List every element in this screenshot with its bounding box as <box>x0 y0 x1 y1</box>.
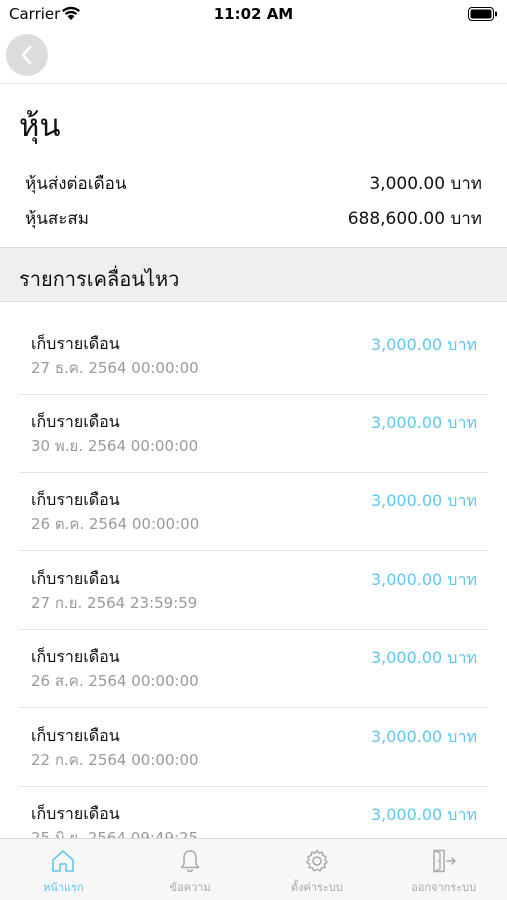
section-title: รายการเคลื่อนไหว <box>19 267 180 291</box>
bell-icon <box>180 850 200 873</box>
accumulated-share-label: หุ้นสะสม <box>25 208 89 229</box>
transaction-amount: 3,000.00 บาท <box>370 413 477 432</box>
transaction-item[interactable]: เก็บรายเดือน 25 มิ.ย. 2564 09:49:25 3,00… <box>19 786 488 838</box>
chevron-left-icon <box>21 45 32 65</box>
page-title: หุ้น <box>19 108 61 144</box>
monthly-share-value: 3,000.00 บาท <box>369 173 482 194</box>
transactions-section-header: รายการเคลื่อนไหว <box>0 247 507 302</box>
transaction-date: 26 ต.ค. 2564 00:00:00 <box>31 515 200 533</box>
tab-settings[interactable]: ตั้งค่าระบบ <box>254 839 381 900</box>
transaction-amount: 3,000.00 บาท <box>370 570 477 589</box>
transaction-item[interactable]: เก็บรายเดือน 22 ก.ค. 2564 00:00:00 3,000… <box>19 708 488 787</box>
transaction-date: 30 พ.ย. 2564 00:00:00 <box>31 437 199 455</box>
transaction-amount: 3,000.00 บาท <box>370 727 477 746</box>
tab-home-label: หน้าแรก <box>43 881 84 894</box>
transaction-date: 27 ก.ย. 2564 23:59:59 <box>31 594 198 612</box>
transaction-type: เก็บรายเดือน <box>31 726 120 745</box>
accumulated-share-value: 688,600.00 บาท <box>347 208 482 229</box>
transaction-item[interactable]: เก็บรายเดือน 26 ต.ค. 2564 00:00:00 3,000… <box>19 472 488 551</box>
transaction-date: 25 มิ.ย. 2564 09:49:25 <box>31 829 199 838</box>
tab-home[interactable]: หน้าแรก <box>0 839 127 900</box>
transaction-amount: 3,000.00 บาท <box>370 805 477 824</box>
tab-logout-label: ออกจากระบบ <box>411 881 477 894</box>
transaction-amount: 3,000.00 บาท <box>370 648 477 667</box>
transaction-date: 26 ส.ค. 2564 00:00:00 <box>31 672 199 690</box>
home-icon <box>52 850 75 872</box>
transaction-amount: 3,000.00 บาท <box>370 335 477 354</box>
back-button[interactable] <box>6 34 48 76</box>
clock-label: 11:02 AM <box>213 5 294 23</box>
transaction-item[interactable]: เก็บรายเดือน 30 พ.ย. 2564 00:00:00 3,000… <box>19 394 488 473</box>
monthly-share-row: หุ้นส่งต่อเดือน 3,000.00 บาท <box>25 169 482 197</box>
transaction-type: เก็บรายเดือน <box>31 569 120 588</box>
gear-icon <box>305 849 328 872</box>
transaction-list[interactable]: เก็บรายเดือน 27 ธ.ค. 2564 00:00:00 3,000… <box>0 316 507 838</box>
transaction-item[interactable]: เก็บรายเดือน 26 ส.ค. 2564 00:00:00 3,000… <box>19 629 488 708</box>
transaction-type: เก็บรายเดือน <box>31 647 120 666</box>
transaction-amount: 3,000.00 บาท <box>370 491 477 510</box>
transaction-date: 27 ธ.ค. 2564 00:00:00 <box>31 359 199 377</box>
transaction-date: 22 ก.ค. 2564 00:00:00 <box>31 751 199 769</box>
logout-icon <box>432 849 456 873</box>
status-bar: Carrier 11:02 AM <box>0 0 507 28</box>
navigation-bar <box>0 28 507 84</box>
transaction-type: เก็บรายเดือน <box>31 490 120 509</box>
tab-bar: หน้าแรก ข้อความ ตั้งค่าระบบ ออกจากระบบ <box>0 838 507 900</box>
transaction-type: เก็บรายเดือน <box>31 334 120 353</box>
transaction-item[interactable]: เก็บรายเดือน 27 ก.ย. 2564 23:59:59 3,000… <box>19 551 488 630</box>
tab-logout[interactable]: ออกจากระบบ <box>380 839 507 900</box>
transaction-type: เก็บรายเดือน <box>31 804 120 823</box>
tab-messages[interactable]: ข้อความ <box>127 839 254 900</box>
tab-settings-label: ตั้งค่าระบบ <box>290 881 343 894</box>
accumulated-share-row: หุ้นสะสม 688,600.00 บาท <box>25 204 482 232</box>
tab-messages-label: ข้อความ <box>169 881 211 894</box>
battery-icon <box>468 7 497 21</box>
transaction-type: เก็บรายเดือน <box>31 412 120 431</box>
transaction-item[interactable]: เก็บรายเดือน 27 ธ.ค. 2564 00:00:00 3,000… <box>19 316 488 395</box>
monthly-share-label: หุ้นส่งต่อเดือน <box>25 173 127 194</box>
